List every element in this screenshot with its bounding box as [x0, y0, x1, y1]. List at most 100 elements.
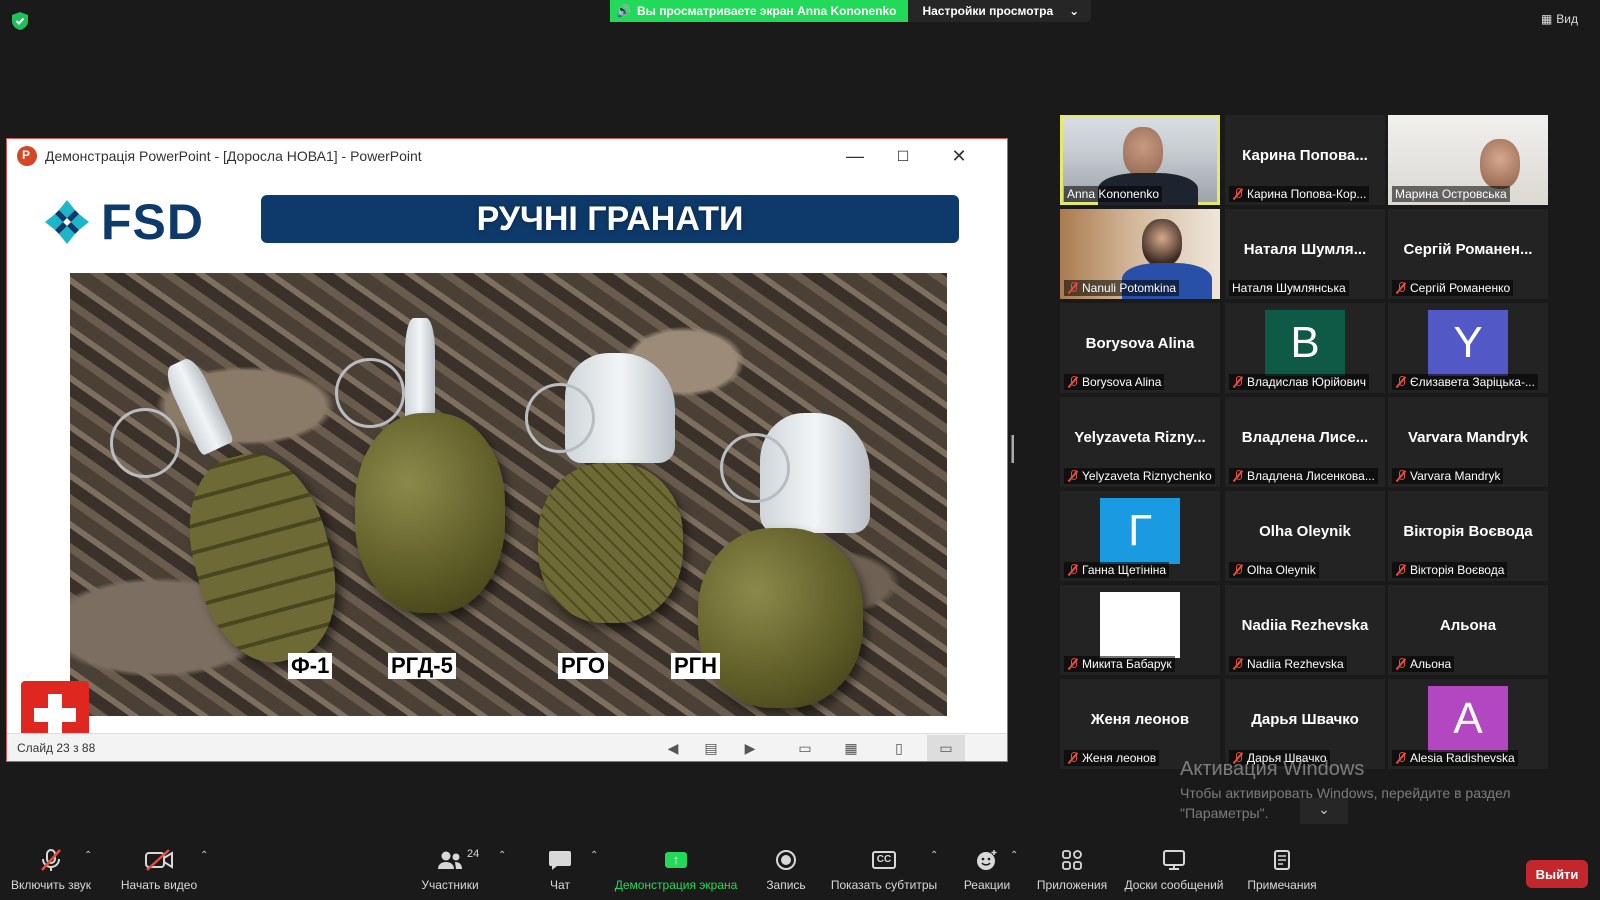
- caret-up-icon[interactable]: ⌃: [930, 850, 938, 861]
- microphone-muted-icon: [1067, 282, 1079, 294]
- microphone-muted-icon: [1395, 658, 1407, 670]
- view-button[interactable]: ▦ Вид: [1541, 12, 1578, 26]
- view-settings-button[interactable]: Настройки просмотра ⌄: [908, 0, 1092, 22]
- caret-up-icon[interactable]: ⌃: [84, 850, 92, 861]
- leave-meeting-button[interactable]: Выйти: [1526, 860, 1588, 888]
- minimize-icon[interactable]: —: [845, 146, 865, 166]
- shield-icon[interactable]: [12, 12, 28, 30]
- participants-button[interactable]: 24 Участники: [410, 846, 490, 900]
- apps-button[interactable]: Приложения: [1032, 846, 1112, 900]
- windows-activation-watermark: Активация Windows Чтобы активировать Win…: [1180, 758, 1560, 823]
- participant-tile[interactable]: Карина Попова... Карина Попова-Кор...: [1225, 115, 1385, 205]
- caret-up-icon[interactable]: ⌃: [590, 850, 598, 861]
- participant-name-label: Марина Островська: [1392, 186, 1510, 202]
- whiteboard-icon: [1162, 846, 1186, 874]
- record-button[interactable]: Запись: [756, 846, 816, 900]
- participant-tile[interactable]: Женя леонов Женя леонов: [1060, 679, 1220, 769]
- ppt-titlebar: Демонстрація PowerPoint - [Доросла НОВА1…: [7, 139, 1007, 173]
- participant-tile[interactable]: Nadiia Rezhevska Nadiia Rezhevska: [1225, 585, 1385, 675]
- participant-tile[interactable]: Varvara Mandryk Varvara Mandryk: [1388, 397, 1548, 487]
- participant-name-label: Yelyzaveta Riznychenko: [1064, 468, 1215, 484]
- participant-tile[interactable]: Y Єлизавета Зарiцька-...: [1388, 303, 1548, 393]
- slideshow-icon[interactable]: ▭: [927, 735, 965, 761]
- camera-off-icon: [145, 846, 173, 874]
- grenade-pin-ring: [335, 358, 405, 428]
- close-icon[interactable]: ✕: [949, 146, 969, 166]
- record-label: Запись: [766, 878, 806, 892]
- participant-name: Olha Oleynik: [1247, 563, 1316, 577]
- reactions-label: Реакции: [963, 878, 1011, 892]
- participant-display-name: Varvara Mandryk: [1407, 429, 1529, 446]
- chat-button[interactable]: Чат: [530, 846, 590, 900]
- participant-name-label: Varvara Mandryk: [1392, 468, 1504, 484]
- participant-tile[interactable]: Anna Kononenko: [1060, 115, 1220, 205]
- grenade-rgn: [698, 528, 863, 708]
- participant-tile[interactable]: Borysova Alina Borysova Alina: [1060, 303, 1220, 393]
- ppt-statusbar: Слайд 23 з 88 ◀ ▤ ▶ ▭ ▦ ▯ ▭: [7, 733, 1007, 761]
- participant-name: Владислав Юрійович: [1247, 375, 1366, 389]
- meeting-toolbar: Включить звук ⌃ Начать видео ⌃ 24 Участн…: [0, 846, 1600, 900]
- notes-button[interactable]: Примечания: [1244, 846, 1320, 900]
- whiteboards-label: Доски сообщений: [1124, 878, 1224, 892]
- chevron-down-icon[interactable]: ⌄: [1300, 798, 1348, 824]
- microphone-muted-icon: [1395, 282, 1407, 294]
- participant-name-label: Женя леонов: [1064, 750, 1160, 766]
- previous-slide-icon[interactable]: ◀: [665, 740, 681, 756]
- participant-tile[interactable]: Yelyzaveta Rizny... Yelyzaveta Riznychenk…: [1060, 397, 1220, 487]
- participant-tile[interactable]: Nanuli Potomkina: [1060, 209, 1220, 299]
- participant-name-label: Ганна Щетініна: [1064, 562, 1170, 578]
- participant-tile[interactable]: Сергій Романен... Сергій Романенко: [1388, 209, 1548, 299]
- captions-button[interactable]: CC Показать субтитры: [828, 846, 940, 900]
- unmute-button[interactable]: Включить звук: [10, 846, 92, 900]
- participant-display-name: Nadiia Rezhevska: [1241, 617, 1369, 634]
- participant-tile[interactable]: Владлена Лисе... Владлена Лисенкова...: [1225, 397, 1385, 487]
- caret-up-icon[interactable]: ⌃: [1010, 850, 1018, 861]
- participant-name: Varvara Mandryk: [1410, 469, 1501, 483]
- reading-view-icon[interactable]: ▯: [891, 740, 907, 756]
- participant-tile[interactable]: Дарья Швачко Дарья Швачко: [1225, 679, 1385, 769]
- maximize-icon[interactable]: ☐: [893, 146, 913, 166]
- caret-up-icon[interactable]: ⌃: [498, 850, 506, 861]
- participant-tile[interactable]: Альона Альона: [1388, 585, 1548, 675]
- participant-name-label: Nadiia Rezhevska: [1229, 656, 1347, 672]
- whiteboards-button[interactable]: Доски сообщений: [1122, 846, 1226, 900]
- participant-tile[interactable]: Микита Бабарук: [1060, 585, 1220, 675]
- participant-name: Ганна Щетініна: [1082, 563, 1167, 577]
- grenade-f1: [170, 439, 355, 677]
- share-notice-text: Вы просматриваете экран Anna Kononenko: [636, 4, 897, 18]
- participant-tile[interactable]: Г Ганна Щетініна: [1060, 491, 1220, 581]
- participant-name-label: Borysova Alina: [1064, 374, 1165, 390]
- slide-sorter-icon[interactable]: ▦: [843, 740, 859, 756]
- participant-name: Anna Kononenko: [1067, 187, 1160, 201]
- participant-tile[interactable]: Наталя Шумля... Наталя Шумлянська: [1225, 209, 1385, 299]
- participant-name-label: Olha Oleynik: [1229, 562, 1319, 578]
- participant-tile[interactable]: B Владислав Юрійович: [1225, 303, 1385, 393]
- participant-display-name: Olha Oleynik: [1259, 523, 1351, 540]
- start-video-button[interactable]: Начать видео: [118, 846, 200, 900]
- participant-tile[interactable]: Вікторія Воєвода Вікторія Воєвода: [1388, 491, 1548, 581]
- next-slide-icon[interactable]: ▶: [742, 740, 758, 756]
- slide-menu-icon[interactable]: ▤: [703, 740, 719, 756]
- participant-video-head: [1480, 139, 1520, 189]
- unmute-label: Включить звук: [10, 878, 92, 892]
- participant-tile[interactable]: Марина Островська: [1388, 115, 1548, 205]
- grid-view-icon: ▦: [1540, 12, 1553, 26]
- grenade-fuse: [405, 318, 435, 428]
- participant-tile[interactable]: A Alesia Radishevska: [1388, 679, 1548, 769]
- avatar: Г: [1100, 498, 1180, 564]
- reactions-button[interactable]: Реакции: [958, 846, 1016, 900]
- caret-up-icon[interactable]: ⌃: [200, 850, 208, 861]
- apps-label: Приложения: [1036, 878, 1108, 892]
- normal-view-icon[interactable]: ▭: [797, 740, 813, 756]
- share-screen-button[interactable]: ↑ Демонстрация экрана: [610, 846, 742, 900]
- captions-label: Показать субтитры: [830, 878, 938, 892]
- participant-name-label: Anna Kononenko: [1064, 186, 1163, 202]
- resize-splitter[interactable]: [1011, 435, 1014, 463]
- participant-display-name: Yelyzaveta Rizny...: [1074, 429, 1206, 446]
- ppt-window-title: Демонстрація PowerPoint - [Доросла НОВА1…: [45, 148, 422, 164]
- participant-name: Наталя Шумлянська: [1232, 281, 1346, 295]
- participants-count: 24: [467, 848, 480, 860]
- participant-tile[interactable]: Olha Oleynik Olha Oleynik: [1225, 491, 1385, 581]
- participant-name-label: Вікторія Воєвода: [1392, 562, 1508, 578]
- participant-display-name: Владлена Лисе...: [1241, 429, 1369, 446]
